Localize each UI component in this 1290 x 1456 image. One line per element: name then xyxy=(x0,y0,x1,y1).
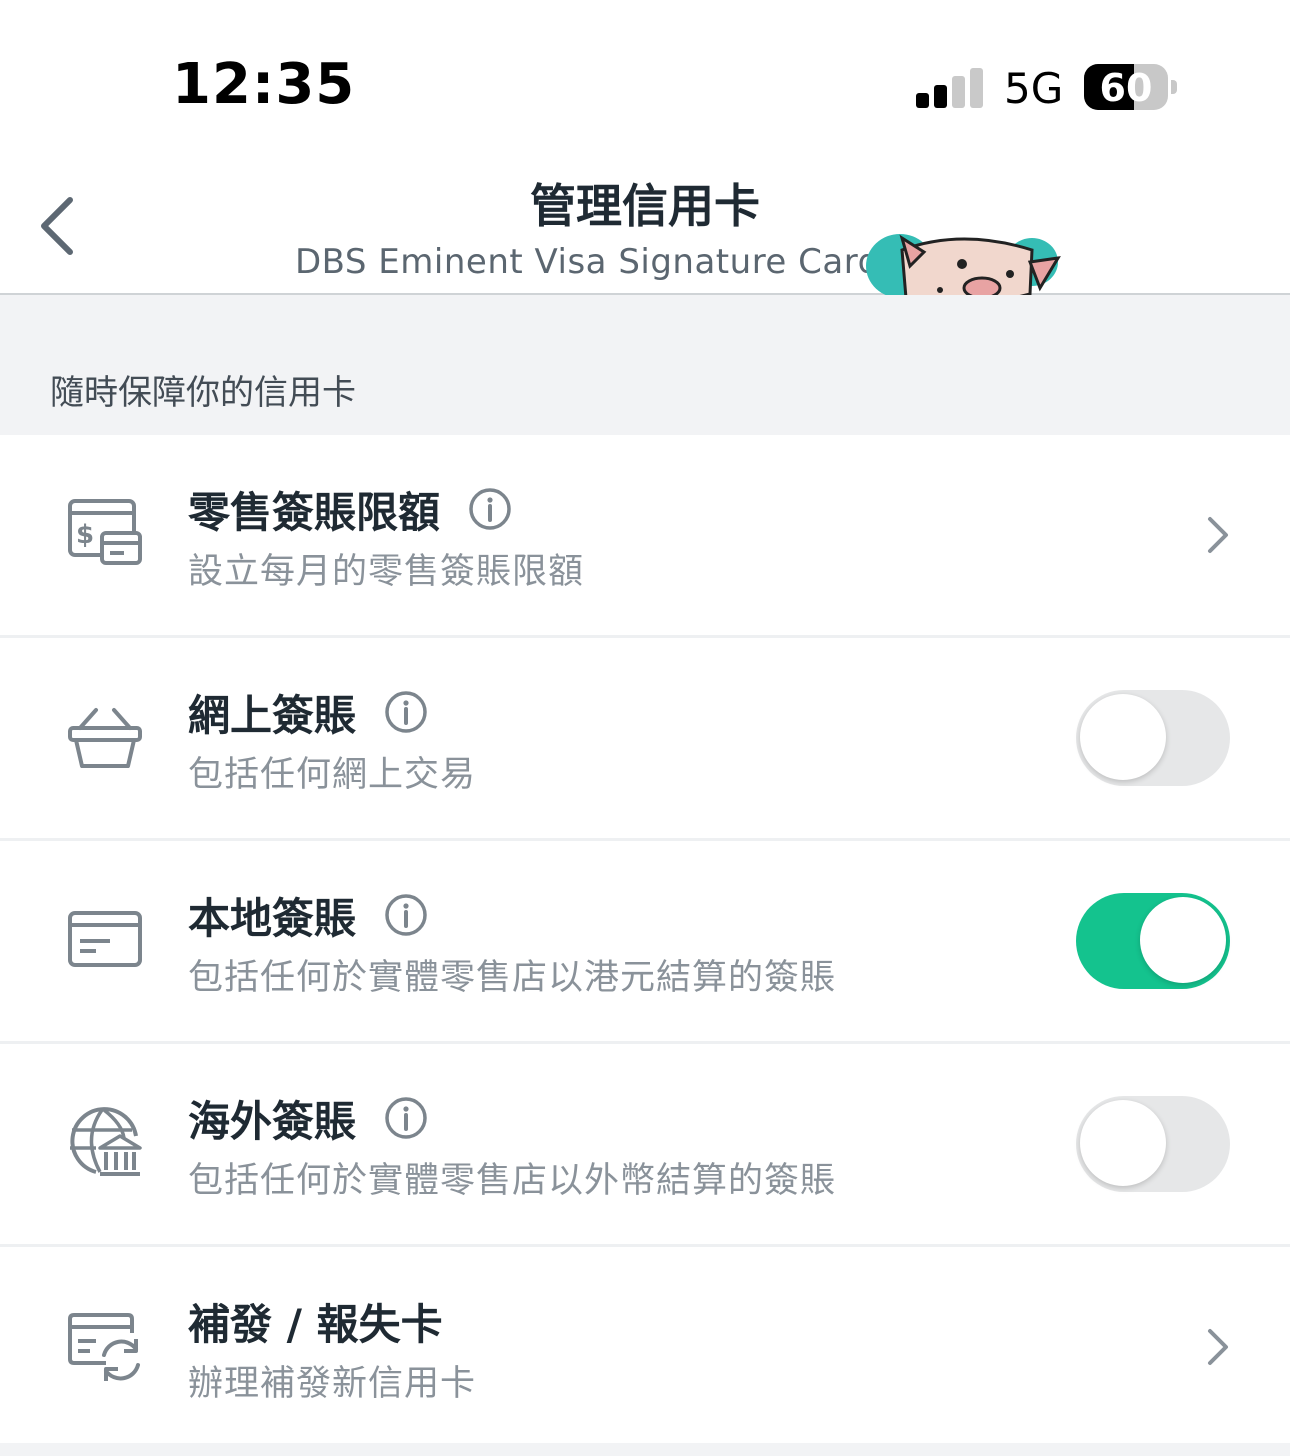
info-icon[interactable] xyxy=(384,1096,428,1140)
nav-header: 管理信用卡 DBS Eminent Visa Signature Card xyxy=(0,150,1290,295)
local-spending-toggle[interactable] xyxy=(1076,893,1230,989)
list-item-overseas-spending: 海外簽賬 包括任何於實體零售店以外幣結算的簽賬 xyxy=(0,1044,1290,1247)
page-title: 管理信用卡 xyxy=(530,179,760,233)
toggle-knob xyxy=(1080,1100,1166,1186)
battery-icon: 60 xyxy=(1084,64,1168,110)
settings-list: $ 零售簽賬限額 設立每月的零售簽賬限額 網上簽賬 包括任何網上交易 本地簽賬 … xyxy=(0,435,1290,1450)
list-item-online-spending: 網上簽賬 包括任何網上交易 xyxy=(0,638,1290,841)
row-title-wrap: 補發 / 報失卡 xyxy=(188,1293,443,1349)
row-title-wrap: 海外簽賬 xyxy=(188,1090,428,1146)
list-item-local-spending: 本地簽賬 包括任何於實體零售店以港元結算的簽賬 xyxy=(0,841,1290,1044)
section-header: 隨時保障你的信用卡 xyxy=(0,295,1290,435)
row-title: 本地簽賬 xyxy=(188,893,357,943)
overseas-spending-toggle[interactable] xyxy=(1076,1096,1230,1192)
signal-icon xyxy=(916,66,986,108)
row-title-wrap: 本地簽賬 xyxy=(188,887,428,943)
section-title: 隨時保障你的信用卡 xyxy=(50,373,356,413)
row-title: 海外簽賬 xyxy=(188,1096,357,1146)
globe-bank-icon xyxy=(70,1107,142,1176)
row-title: 網上簽賬 xyxy=(188,690,357,740)
svg-text:$: $ xyxy=(76,520,94,550)
card-name: DBS Eminent Visa Signature Card xyxy=(295,242,880,282)
row-description: 設立每月的零售簽賬限額 xyxy=(188,552,585,592)
info-icon[interactable] xyxy=(468,487,512,531)
row-title: 補發 / 報失卡 xyxy=(188,1299,443,1349)
info-icon[interactable] xyxy=(384,690,428,734)
row-description: 包括任何於實體零售店以港元結算的簽賬 xyxy=(188,958,837,998)
row-title-wrap: 網上簽賬 xyxy=(188,684,428,740)
list-item-retail-limit[interactable]: $ 零售簽賬限額 設立每月的零售簽賬限額 xyxy=(0,435,1290,638)
row-description: 包括任何於實體零售店以外幣結算的簽賬 xyxy=(188,1161,837,1201)
battery-level: 60 xyxy=(1099,66,1153,110)
card-icon xyxy=(68,911,142,967)
list-item-replace-card[interactable]: 補發 / 報失卡 辦理補發新信用卡 xyxy=(0,1247,1290,1450)
status-bar: 12:35 5G 60 xyxy=(0,0,1290,150)
row-description: 辦理補發新信用卡 xyxy=(188,1364,477,1404)
card-replace-icon xyxy=(68,1313,140,1381)
battery-tip xyxy=(1171,80,1177,94)
chevron-right-icon xyxy=(1208,1329,1228,1365)
online-spending-toggle[interactable] xyxy=(1076,690,1230,786)
basket-icon xyxy=(68,708,142,768)
toggle-knob xyxy=(1140,897,1226,983)
row-title: 零售簽賬限額 xyxy=(188,487,441,537)
status-time: 12:35 xyxy=(172,52,356,117)
row-description: 包括任何網上交易 xyxy=(188,755,477,795)
network-label: 5G xyxy=(1004,64,1064,113)
info-icon[interactable] xyxy=(384,893,428,937)
toggle-knob xyxy=(1080,694,1166,780)
card-limit-icon: $ xyxy=(68,499,142,565)
row-title-wrap: 零售簽賬限額 xyxy=(188,481,512,537)
bottom-divider xyxy=(0,1443,1290,1456)
chevron-right-icon xyxy=(1208,517,1228,553)
